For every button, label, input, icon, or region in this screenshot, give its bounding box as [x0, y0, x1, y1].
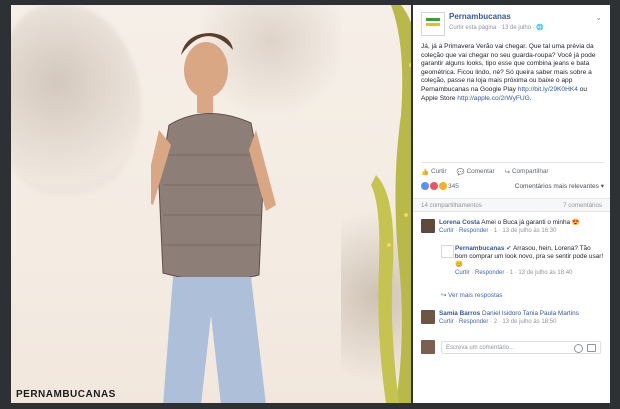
avatar[interactable]: [441, 245, 454, 258]
comment-body: Lorena Costa Amei o Buca já garanti o mi…: [439, 219, 604, 235]
share-button[interactable]: ↪ Compartilhar: [505, 165, 549, 178]
view-more-replies-link[interactable]: ↪ Ver mais respostas: [441, 292, 604, 300]
post-meta: Curtir esta página · 13 de julho · 🌐: [449, 25, 544, 31]
reaction-count[interactable]: 345: [421, 182, 459, 190]
comment-like-count: 1: [493, 228, 498, 234]
comment-input-placeholder: Escreva um comentário...: [446, 344, 515, 351]
comment-text: Amei o Buca já garanti o minha 😍: [481, 219, 580, 226]
google-play-link[interactable]: http://bit.ly/29K0HK4: [518, 86, 578, 93]
comments-count[interactable]: 7 comentários: [563, 202, 602, 209]
comment-reply-link[interactable]: Responder: [459, 228, 488, 234]
comment-like-link[interactable]: Curtir: [439, 319, 454, 325]
reply-like-link[interactable]: Curtir: [455, 270, 470, 276]
reaction-total: 345: [448, 182, 459, 190]
comment-label: Comentar: [466, 168, 495, 175]
reply-like-count: 1: [509, 270, 514, 276]
comments-summary-bar: 14 compartilhamentos 7 comentários: [413, 198, 610, 212]
like-reaction-icon: [421, 182, 429, 190]
comment-body: Samia Barros Daniel Isidoro Tania Paula …: [439, 310, 604, 326]
apple-store-link[interactable]: http://apple.co/2rWyFUG: [457, 95, 530, 102]
comment-meta: Curtir · Responder · 1 · 13 de julho às …: [439, 228, 557, 234]
comment-input[interactable]: Escreva um comentário...: [441, 341, 601, 354]
avatar: [421, 340, 435, 354]
comment-icon: 💬: [456, 168, 465, 176]
avatar[interactable]: [421, 310, 435, 324]
post-side-panel: Pernambucanas Curtir esta página · 13 de…: [413, 5, 610, 403]
shares-count[interactable]: 14 compartilhamentos: [421, 202, 482, 209]
reactions-row: 345 Comentários mais relevantes ▾: [421, 182, 604, 190]
model-illustration: [151, 33, 276, 403]
post-actions: 👍 Curtir 💬 Comentar ↪ Compartilhar: [421, 162, 604, 178]
comment-like-count: 2: [493, 319, 498, 325]
leaf-shadow: [11, 5, 141, 195]
reply-author[interactable]: Pernambucanas: [455, 245, 504, 252]
comment-timestamp[interactable]: 13 de julho às 16:30: [502, 228, 556, 234]
reply-body: Pernambucanas ✔ Arrasou, hein, Lorena? T…: [455, 245, 604, 277]
emoji-icon[interactable]: [574, 344, 583, 353]
like-button[interactable]: 👍 Curtir: [421, 165, 447, 178]
comment-tags[interactable]: Daniel Isidoro Tania Paula Martins: [482, 310, 579, 317]
comment-timestamp[interactable]: 13 de julho às 18:50: [502, 319, 556, 325]
post-text: Já, já a Primavera Verão vai chegar. Que…: [421, 43, 604, 103]
share-label: Compartilhar: [511, 168, 549, 175]
comment-button[interactable]: 💬 Comentar: [457, 165, 495, 178]
input-icons: [574, 344, 596, 353]
reply-timestamp[interactable]: 13 de julho às 18:40: [518, 270, 572, 276]
post-header: Pernambucanas Curtir esta página · 13 de…: [413, 5, 610, 36]
reply-reply-link[interactable]: Responder: [475, 270, 504, 276]
heart-reaction-icon: [430, 182, 438, 190]
chevron-down-icon[interactable]: ⌄: [595, 13, 602, 22]
comment-item: Samia Barros Daniel Isidoro Tania Paula …: [421, 310, 604, 332]
wow-reaction-icon: [439, 182, 447, 190]
post-photo[interactable]: PERNAMBUCANAS: [11, 5, 411, 403]
thumbs-up-icon: 👍: [421, 168, 429, 176]
reply-meta: Curtir · Responder · 1 · 13 de julho às …: [455, 270, 573, 276]
page-name-link[interactable]: Pernambucanas: [449, 12, 511, 21]
comment-reply-link[interactable]: Responder: [459, 319, 488, 325]
camera-icon[interactable]: [587, 344, 596, 352]
reply-item: Pernambucanas ✔ Arrasou, hein, Lorena? T…: [441, 245, 604, 285]
viewer-frame: PERNAMBUCANAS Pernambucanas Curtir esta …: [0, 0, 620, 409]
avatar[interactable]: [421, 219, 435, 233]
comment-item: Lorena Costa Amei o Buca já garanti o mi…: [421, 219, 604, 243]
post-text-end: .: [529, 94, 532, 102]
share-icon: ↪: [504, 168, 510, 176]
verified-badge-icon: ✔: [506, 245, 512, 252]
comment-like-link[interactable]: Curtir: [439, 228, 454, 234]
comment-author[interactable]: Samia Barros: [439, 310, 480, 317]
like-label: Curtir: [430, 168, 447, 175]
brand-watermark: PERNAMBUCANAS: [16, 389, 116, 400]
cactus-illustration: [371, 5, 411, 403]
comment-meta: Curtir · Responder · 2 · 13 de julho às …: [439, 319, 557, 325]
page-avatar[interactable]: [421, 12, 445, 36]
comment-author[interactable]: Lorena Costa: [439, 219, 480, 226]
sort-comments-dropdown[interactable]: Comentários mais relevantes ▾: [515, 182, 604, 190]
